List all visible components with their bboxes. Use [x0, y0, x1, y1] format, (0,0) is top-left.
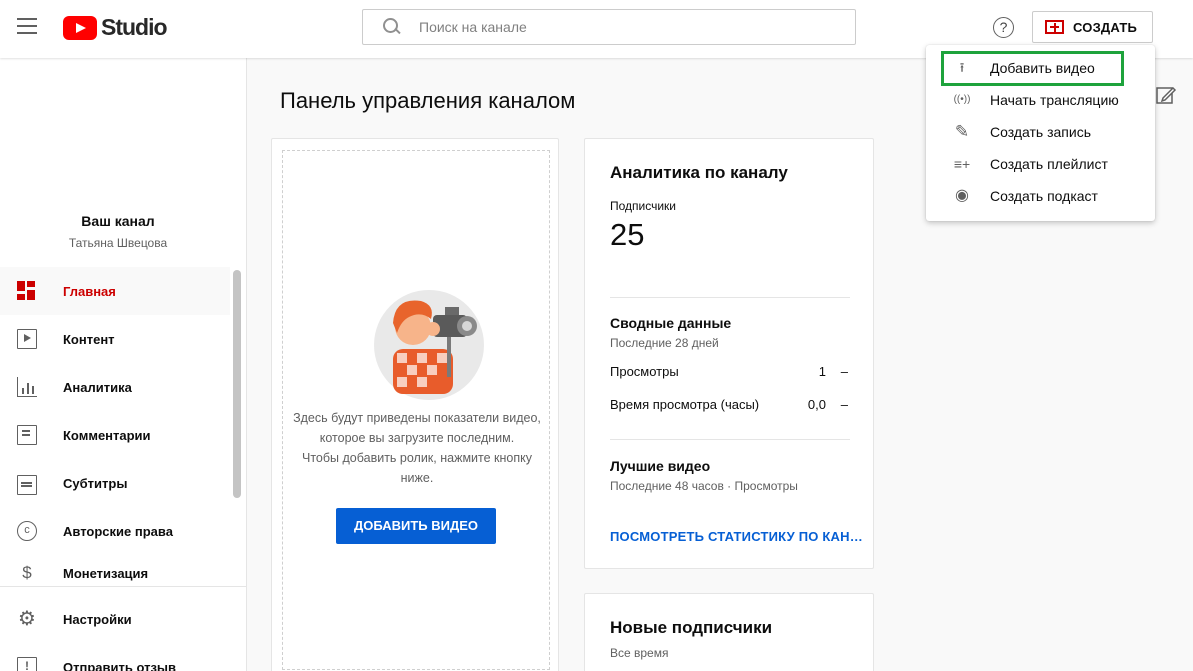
- sidebar-item-copyright[interactable]: c Авторские права: [0, 507, 230, 555]
- hamburger-menu-icon[interactable]: [17, 18, 37, 34]
- sidebar-item-subtitles[interactable]: Субтитры: [0, 459, 230, 507]
- channel-search[interactable]: Поиск на канале: [362, 9, 856, 45]
- new-subscribers-card: Новые подписчики Все время: [584, 593, 874, 671]
- stat-row-watch-time: Время просмотра (часы) 0,0 –: [610, 397, 850, 412]
- menu-item-label: Начать трансляцию: [990, 92, 1119, 108]
- playlist-add-icon: ≡+: [953, 156, 971, 172]
- sidebar-item-label: Контент: [63, 331, 115, 347]
- summary-period: Последние 28 дней: [610, 336, 719, 350]
- upload-hint-line: ниже.: [400, 471, 434, 485]
- divider: [610, 439, 850, 440]
- content-icon: [17, 329, 37, 349]
- youtube-studio-logo[interactable]: Studio: [63, 14, 168, 41]
- subtitles-icon: [17, 475, 37, 495]
- stat-row-views: Просмотры 1 –: [610, 364, 850, 379]
- summary-title: Сводные данные: [610, 315, 732, 331]
- sidebar-item-label: Аналитика: [63, 379, 132, 395]
- stat-label: Время просмотра (часы): [610, 397, 760, 412]
- stat-delta: –: [840, 364, 848, 379]
- page-title: Панель управления каналом: [280, 88, 576, 113]
- menu-item-create-podcast[interactable]: ◉ Создать подкаст: [926, 180, 1155, 212]
- menu-item-create-playlist[interactable]: ≡+ Создать плейлист: [926, 148, 1155, 180]
- channel-title: Ваш канал: [81, 213, 155, 229]
- new-subscribers-title: Новые подписчики: [610, 618, 773, 637]
- stat-label: Просмотры: [610, 364, 679, 379]
- subscribers-label: Подписчики: [610, 199, 677, 213]
- top-videos-title: Лучшие видео: [610, 458, 711, 474]
- help-icon[interactable]: ?: [993, 17, 1014, 38]
- upload-dropzone[interactable]: Здесь будут приведены показатели видео, …: [282, 150, 550, 670]
- stat-value: 0,0: [807, 397, 826, 412]
- live-icon: ((•)): [953, 94, 971, 105]
- dashboard-icon: [17, 281, 37, 301]
- upload-hint-line: которое вы загрузите последним.: [319, 431, 515, 445]
- create-button[interactable]: СОЗДАТЬ: [1032, 11, 1153, 43]
- sidebar-item-label: Субтитры: [63, 475, 128, 491]
- menu-item-label: Создать запись: [990, 124, 1091, 140]
- subscribers-count: 25: [610, 217, 645, 252]
- feedback-icon: !: [17, 657, 37, 671]
- sidebar: Ваш канал Татьяна Швецова Главная Контен…: [0, 58, 247, 671]
- sidebar-item-label: Настройки: [63, 611, 132, 627]
- upload-hint-text: Здесь будут приведены показатели видео, …: [283, 408, 551, 488]
- sidebar-item-label: Главная: [63, 283, 116, 299]
- sidebar-item-content[interactable]: Контент: [0, 315, 230, 363]
- sidebar-item-label: Комментарии: [63, 427, 151, 443]
- upload-icon: ⭱: [959, 60, 965, 75]
- sidebar-item-label: Монетизация: [63, 565, 149, 581]
- analytics-icon: [17, 377, 37, 397]
- stat-value: 1: [818, 364, 826, 379]
- sidebar-item-settings[interactable]: ⚙ Настройки: [0, 595, 230, 643]
- menu-item-label: Добавить видео: [990, 60, 1095, 76]
- menu-item-create-post[interactable]: ✎ Создать запись: [926, 116, 1155, 148]
- menu-item-go-live[interactable]: ((•)) Начать трансляцию: [926, 84, 1155, 116]
- sidebar-item-analytics[interactable]: Аналитика: [0, 363, 230, 411]
- channel-name[interactable]: Татьяна Швецова: [0, 236, 236, 250]
- menu-item-upload-video[interactable]: ⭱ Добавить видео: [926, 52, 1155, 84]
- youtube-play-icon: [63, 15, 97, 40]
- sidebar-item-label: Авторские права: [63, 523, 173, 539]
- search-icon: [383, 18, 401, 36]
- sidebar-item-dashboard[interactable]: Главная: [0, 267, 230, 315]
- top-videos-period: Последние 48 часов · Просмотры: [610, 479, 798, 493]
- sidebar-scrollbar[interactable]: [233, 270, 241, 498]
- upload-hint-line: Чтобы добавить ролик, нажмите кнопку: [302, 451, 532, 465]
- add-video-button[interactable]: ДОБАВИТЬ ВИДЕО: [336, 508, 496, 544]
- create-menu: ⭱ Добавить видео ((•)) Начать трансляцию…: [926, 45, 1155, 221]
- upload-hint-line: Здесь будут приведены показатели видео,: [293, 411, 541, 425]
- sidebar-item-label: Отправить отзыв: [63, 659, 176, 671]
- sidebar-item-feedback[interactable]: ! Отправить отзыв: [0, 643, 230, 671]
- post-icon: ✎: [954, 122, 970, 141]
- comments-icon: [17, 425, 37, 445]
- new-subscribers-period: Все время: [610, 646, 669, 660]
- settings-icon: ⚙: [18, 608, 36, 630]
- sidebar-item-comments[interactable]: Комментарии: [0, 411, 230, 459]
- create-button-label: СОЗДАТЬ: [1073, 19, 1138, 35]
- menu-item-label: Создать подкаст: [990, 188, 1098, 204]
- create-video-icon: [1045, 20, 1064, 34]
- upload-video-card: Здесь будут приведены показатели видео, …: [271, 138, 559, 671]
- stat-delta: –: [840, 397, 848, 412]
- copyright-icon: c: [17, 521, 37, 541]
- sidebar-divider: [0, 586, 246, 587]
- monetization-icon: $: [22, 563, 32, 582]
- divider: [610, 297, 850, 298]
- menu-item-label: Создать плейлист: [990, 156, 1108, 172]
- view-channel-analytics-link[interactable]: ПОСМОТРЕТЬ СТАТИСТИКУ ПО КАНАЛУ: [610, 529, 868, 544]
- analytics-card-title: Аналитика по каналу: [610, 163, 788, 182]
- search-input[interactable]: Поиск на канале: [419, 19, 527, 35]
- logo-text: Studio: [101, 14, 168, 40]
- podcast-icon: ◉: [955, 187, 969, 204]
- channel-analytics-card: Аналитика по каналу Подписчики 25 Сводны…: [584, 138, 874, 569]
- edit-icon[interactable]: [1155, 84, 1177, 106]
- camera-operator-illustration: [373, 289, 485, 401]
